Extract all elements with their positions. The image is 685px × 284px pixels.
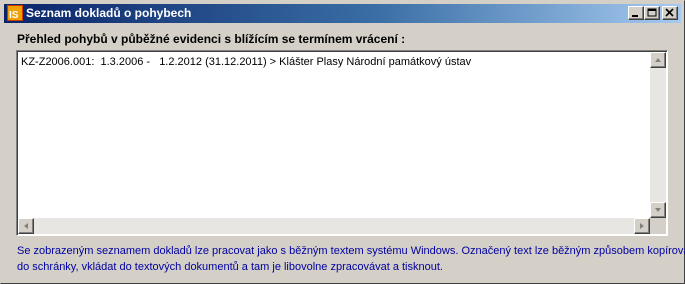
scrollbar-corner <box>650 218 666 234</box>
svg-text:IS: IS <box>9 10 19 21</box>
title-bar[interactable]: IS Seznam dokladů o pohybech <box>4 4 681 23</box>
movements-list[interactable]: KZ-Z2006.001: 1.3.2006 - 1.2.2012 (31.12… <box>16 50 668 236</box>
info-text: Se zobrazeným seznamem dokladů lze praco… <box>17 243 685 275</box>
scroll-up-button[interactable] <box>650 52 666 68</box>
scroll-right-button[interactable] <box>634 218 650 234</box>
horizontal-scrollbar[interactable] <box>18 218 650 234</box>
maximize-button[interactable] <box>644 6 660 20</box>
window-title: Seznam dokladů o pohybech <box>26 6 192 20</box>
scroll-down-button[interactable] <box>650 202 666 218</box>
minimize-button[interactable] <box>628 6 644 20</box>
info-text-line: Se zobrazeným seznamem dokladů lze praco… <box>17 245 685 257</box>
is-app-icon: IS <box>7 5 23 21</box>
scroll-left-button[interactable] <box>18 218 34 234</box>
overview-label: Přehled pohybů v půběžné evidenci s blíž… <box>17 32 406 46</box>
close-button[interactable] <box>662 6 678 20</box>
dialog-window: IS Seznam dokladů o pohybech Přehled poh… <box>0 0 685 284</box>
list-item[interactable]: KZ-Z2006.001: 1.3.2006 - 1.2.2012 (31.12… <box>21 56 471 68</box>
vertical-scrollbar[interactable] <box>650 52 666 218</box>
info-text-line: do schránky, vkládat do textových dokume… <box>17 261 443 273</box>
